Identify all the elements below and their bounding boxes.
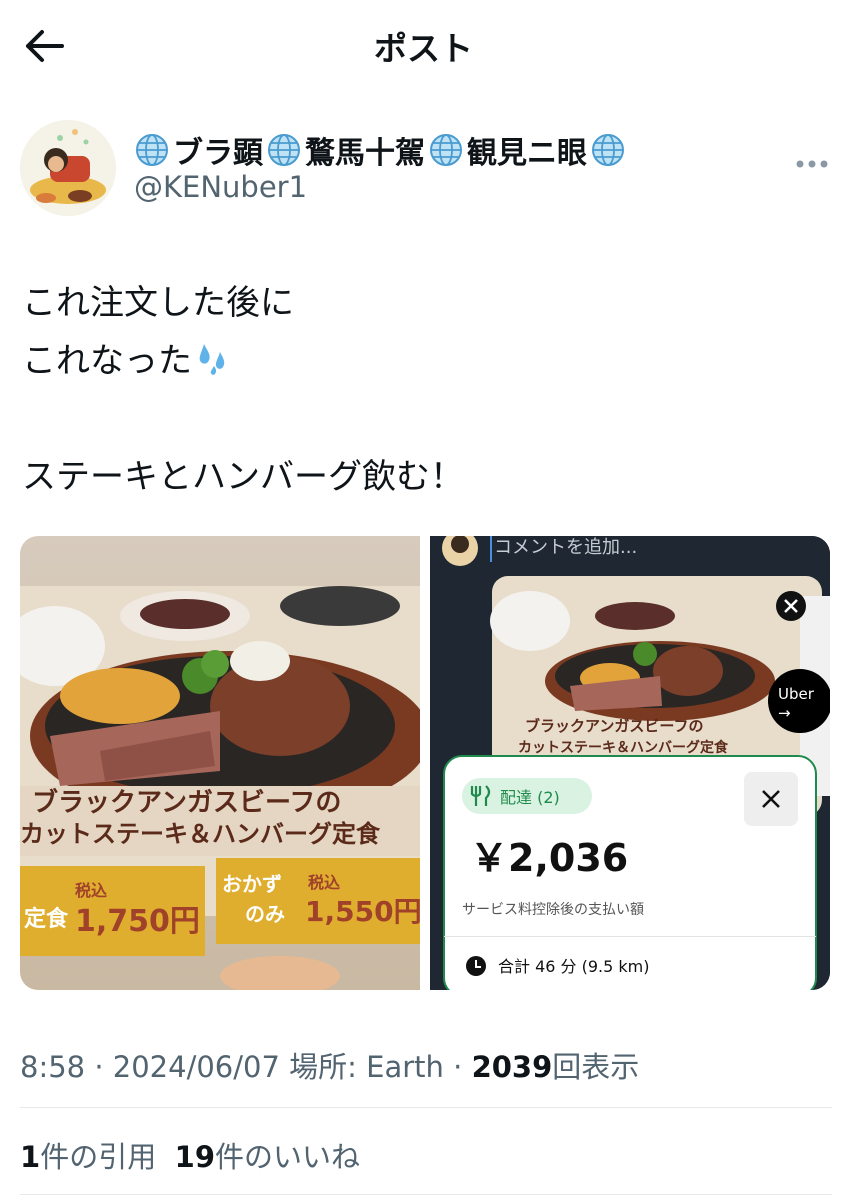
price-tag2-tax: 税込 — [308, 873, 340, 892]
display-name-part: 観見ニ眼 — [467, 136, 587, 171]
tweet-line: これなった — [22, 332, 464, 390]
divider — [20, 1194, 832, 1195]
media-image-menu[interactable]: ブラックアンガスビーフの カットステーキ＆ハンバーグ定食 定食 税込 1,750… — [20, 536, 420, 990]
quotes-count: 1 — [20, 1140, 41, 1174]
view-count: 2039 — [471, 1050, 553, 1084]
globe-icon — [428, 132, 464, 168]
sweat-droplets-icon — [192, 338, 232, 378]
engagement-stats: 1件の引用 19件のいいね — [20, 1134, 360, 1176]
uber-arrow: → — [778, 704, 791, 722]
price-tag1-tax: 税込 — [75, 881, 107, 900]
avatar[interactable] — [20, 120, 116, 216]
post-meta: 8:58 · 2024/06/07 場所: Earth · 2039回表示 — [20, 1044, 639, 1086]
display-name-part: ブラ顕 — [173, 136, 263, 171]
amount-note: サービス料控除後の支払い額 — [462, 902, 644, 918]
display-name[interactable]: ブラ顕 鶩馬十駕 観見ニ眼 — [134, 128, 626, 172]
tweet-line: ステーキとハンバーグ飲む！ — [22, 457, 464, 497]
price-tag2-label1: おかず — [222, 872, 282, 896]
payout-amount: ￥2,036 — [470, 836, 628, 880]
user-handle[interactable]: @KENuber1 — [134, 170, 307, 204]
tweet-line: これ注文した後に — [22, 283, 294, 323]
page-title: ポスト — [374, 29, 473, 68]
display-name-part: 鶩馬十駕 — [305, 136, 425, 171]
menu-title-line1: ブラックアンガスビーフの — [32, 787, 341, 818]
globe-icon — [134, 132, 170, 168]
more-options-icon[interactable] — [795, 146, 829, 176]
quotes-label: 件の引用 — [40, 1140, 157, 1174]
divider — [20, 1107, 832, 1108]
meta-separator: · — [85, 1050, 113, 1084]
view-label: 回表示 — [552, 1050, 640, 1084]
post-location: 場所: Earth — [279, 1050, 444, 1084]
tweet-line-text: これなった — [22, 341, 192, 381]
post-time: 8:58 — [20, 1050, 86, 1084]
quotes-link[interactable]: 1件の引用 — [20, 1140, 156, 1174]
globe-icon — [590, 132, 626, 168]
tweet-text: これ注文した後に これなった ステーキとハンバーグ飲む！ — [22, 274, 464, 506]
price-tag2-label2: のみ — [245, 902, 285, 926]
likes-link[interactable]: 19件のいいね — [175, 1140, 360, 1174]
uber-label: Uber — [778, 685, 815, 703]
comment-placeholder: コメントを追加... — [494, 537, 637, 558]
price-tag2-price: 1,550円 — [305, 895, 420, 928]
menu-title-line2: カットステーキ＆ハンバーグ定食 — [20, 820, 381, 848]
post-date: 2024/06/07 — [112, 1050, 280, 1084]
inner-menu-line1: ブラックアンガスビーフの — [525, 717, 704, 735]
meta-separator: · — [443, 1050, 472, 1084]
delivery-badge: 配達 (2) — [500, 788, 560, 807]
likes-count: 19 — [174, 1140, 215, 1174]
media-image-uber-screenshot[interactable]: コメントを追加... ブラックアンガスビーフの カットステーキ＆ハンバーグ定食 … — [430, 536, 830, 990]
time-info: 合計 46 分 (9.5 km) — [498, 957, 650, 976]
globe-icon — [266, 132, 302, 168]
price-tag1-price: 1,750円 — [75, 904, 200, 939]
inner-menu-line2: カットステーキ＆ハンバーグ定食 — [518, 739, 729, 756]
likes-label: 件のいいね — [215, 1140, 361, 1174]
price-tag1-prefix: 定食 — [24, 906, 69, 932]
